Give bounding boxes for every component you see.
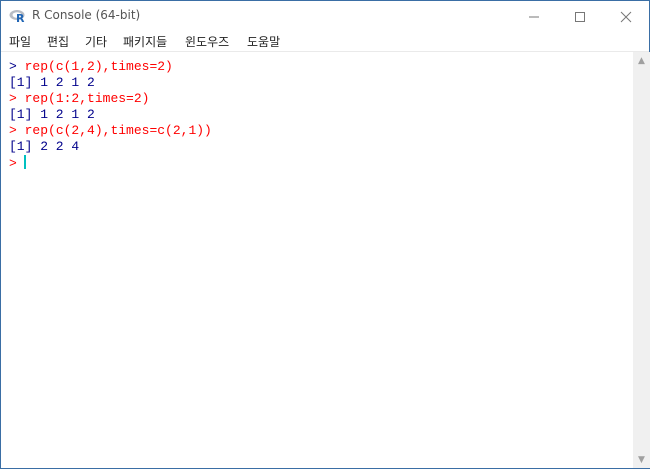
menu-misc[interactable]: 기타 bbox=[85, 33, 107, 50]
menu-edit[interactable]: 편집 bbox=[47, 33, 69, 50]
console-current-line[interactable]: > bbox=[9, 155, 633, 171]
vertical-scrollbar[interactable]: ▲ ▼ bbox=[633, 52, 650, 468]
title-bar: R R Console (64-bit) bbox=[1, 1, 649, 32]
prompt: > bbox=[9, 156, 17, 171]
scroll-down-arrow-icon[interactable]: ▼ bbox=[633, 451, 650, 468]
menu-packages[interactable]: 패키지들 bbox=[123, 33, 167, 50]
menu-file[interactable]: 파일 bbox=[9, 33, 31, 50]
prompt: > bbox=[9, 59, 17, 74]
console-input-line: > rep(c(2,4),times=c(2,1)) bbox=[9, 123, 633, 139]
window-title: R Console (64-bit) bbox=[32, 8, 141, 22]
close-icon bbox=[620, 11, 632, 22]
menu-windows[interactable]: 윈도우즈 bbox=[185, 33, 229, 50]
console-output-line: [1] 2 2 4 bbox=[9, 139, 80, 154]
menu-bar: 파일 편집 기타 패키지들 윈도우즈 도움말 bbox=[1, 32, 649, 51]
command-text: rep(1:2,times=2) bbox=[24, 91, 150, 106]
r-console-window: R R Console (64-bit) 파일 편집 기타 패키지들 윈도우즈 … bbox=[0, 0, 650, 469]
console-input-line: > rep(1:2,times=2) bbox=[9, 91, 633, 107]
maximize-icon bbox=[575, 11, 585, 22]
console-area[interactable]: > rep(c(1,2),times=2) [1] 1 2 1 2 > rep(… bbox=[1, 52, 633, 468]
console-output-line: [1] 1 2 1 2 bbox=[9, 75, 95, 90]
text-cursor bbox=[23, 155, 26, 169]
console-input-line: > rep(c(1,2),times=2) bbox=[9, 59, 633, 75]
svg-text:R: R bbox=[16, 12, 25, 23]
console-output-line: [1] 1 2 1 2 bbox=[9, 107, 95, 122]
prompt: > bbox=[9, 91, 17, 106]
scroll-up-arrow-icon[interactable]: ▲ bbox=[633, 52, 650, 69]
command-text: rep(c(2,4),times=c(2,1)) bbox=[24, 123, 212, 138]
close-button[interactable] bbox=[603, 1, 649, 32]
r-logo-icon: R bbox=[9, 10, 25, 23]
maximize-button[interactable] bbox=[557, 1, 603, 32]
minimize-button[interactable] bbox=[511, 1, 557, 32]
menu-help[interactable]: 도움말 bbox=[247, 33, 280, 50]
minimize-icon bbox=[529, 16, 539, 17]
prompt: > bbox=[9, 123, 17, 138]
command-text: rep(c(1,2),times=2) bbox=[24, 59, 173, 74]
